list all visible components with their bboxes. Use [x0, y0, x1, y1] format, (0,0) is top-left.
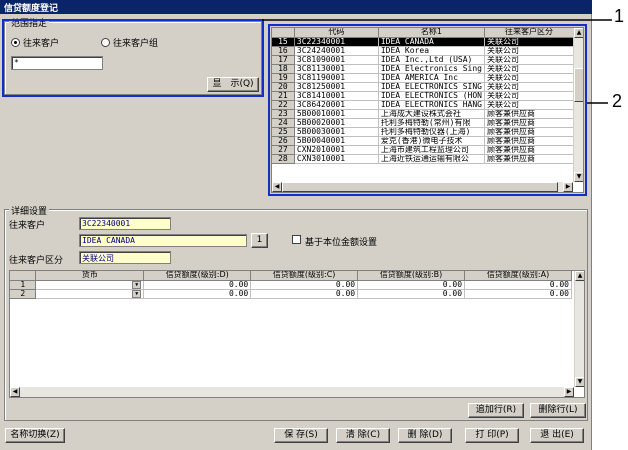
callout-2: 2 — [612, 91, 623, 111]
callout-lines — [262, 19, 612, 104]
callout-1: 1 — [614, 6, 625, 26]
